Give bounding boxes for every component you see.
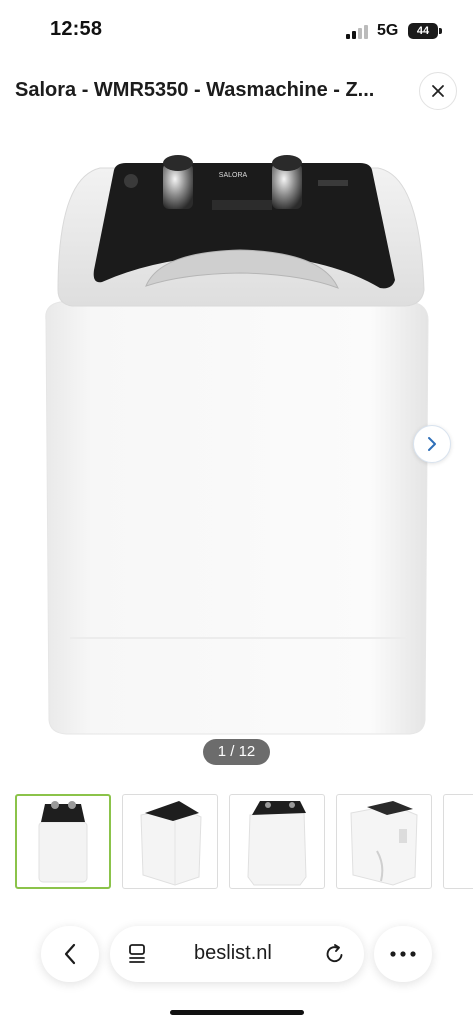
next-image-button[interactable] [413, 425, 451, 463]
battery-cap [439, 28, 442, 34]
page-title: Salora - WMR5350 - Wasmachine - Z... [15, 79, 375, 101]
back-button[interactable] [41, 926, 99, 982]
chevron-left-icon [64, 943, 76, 965]
thumbnail-4[interactable] [336, 794, 432, 889]
address-bar[interactable]: beslist.nl [110, 926, 364, 982]
thumbnail-5[interactable] [443, 794, 473, 889]
battery-icon: 44 [408, 23, 438, 39]
thumbnail-2[interactable] [122, 794, 218, 889]
home-indicator [170, 1010, 304, 1015]
product-image[interactable]: SALORA [0, 130, 473, 740]
thumbnail-image [350, 801, 418, 886]
close-icon [432, 85, 444, 97]
thumbnail-image [140, 801, 202, 886]
signal-icon [346, 25, 368, 39]
network-label: 5G [377, 22, 399, 39]
thumbnail-image [38, 801, 88, 883]
reload-icon[interactable] [324, 943, 346, 965]
url-text[interactable]: beslist.nl [194, 942, 272, 965]
thumbnail-1[interactable] [15, 794, 111, 889]
chevron-right-icon [428, 437, 436, 451]
more-button[interactable] [374, 926, 432, 982]
thumbnail-image [247, 801, 307, 886]
more-icon [390, 951, 416, 957]
brand-label: SALORA [219, 172, 248, 179]
close-button[interactable] [419, 72, 457, 110]
image-pager: 1 / 12 [203, 739, 270, 765]
thumbnail-3[interactable] [229, 794, 325, 889]
page-icon[interactable] [128, 943, 148, 965]
status-time: 12:58 [50, 18, 103, 40]
